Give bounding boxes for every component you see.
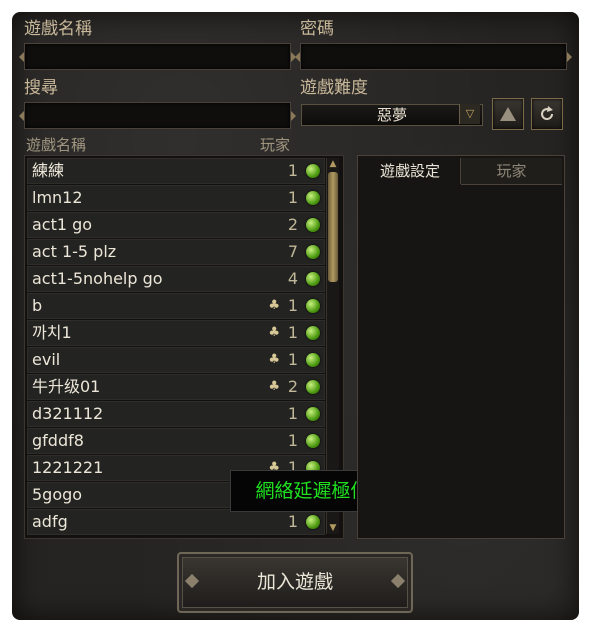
- player-count: 4: [287, 269, 298, 288]
- chevron-down-icon[interactable]: ▽: [459, 104, 480, 124]
- game-name: 까치1: [32, 323, 72, 342]
- password-label: 密碼: [300, 19, 334, 39]
- list-item[interactable]: b ♣ 1: [27, 293, 325, 319]
- player-count: 1: [287, 404, 298, 423]
- player-count: 1: [287, 161, 298, 180]
- status-ok-icon: [306, 245, 320, 259]
- status-ok-icon: [306, 434, 320, 448]
- filter-button[interactable]: [492, 98, 524, 130]
- game-name: d321112: [32, 404, 104, 423]
- game-name: b: [32, 296, 43, 315]
- password-input[interactable]: [295, 43, 572, 70]
- game-name: gfddf8: [32, 431, 84, 450]
- list-item[interactable]: gfddf8 1: [27, 428, 325, 454]
- player-count: 2: [287, 215, 298, 234]
- status-ok-icon: [306, 353, 320, 367]
- player-count: 1: [287, 431, 298, 450]
- game-name: act1 go: [32, 215, 93, 234]
- game-name: evil: [32, 350, 61, 369]
- list-item[interactable]: adfg 1: [27, 509, 325, 535]
- list-item[interactable]: 牛升级01 ♣ 2: [27, 374, 325, 400]
- scroll-up-icon[interactable]: ▲: [327, 158, 339, 170]
- game-name: 練練: [32, 161, 65, 180]
- status-ok-icon: [306, 218, 320, 232]
- list-item[interactable]: act1-5nohelp go 4: [27, 266, 325, 292]
- player-count: 7: [287, 242, 298, 261]
- game-name: 牛升级01: [32, 377, 101, 396]
- status-ok-icon: [306, 272, 320, 286]
- game-name: act1-5nohelp go: [32, 269, 163, 288]
- game-name: 1221221: [32, 458, 104, 477]
- tab-players[interactable]: 玩家: [461, 158, 562, 185]
- game-name: act 1-5 plz: [32, 242, 117, 261]
- game-name: adfg: [32, 512, 68, 531]
- join-game-button[interactable]: 加入遊戲: [177, 552, 413, 613]
- join-game-label: 加入遊戲: [256, 571, 333, 593]
- scrollbar-thumb[interactable]: [328, 172, 338, 282]
- status-ok-icon: [306, 407, 320, 421]
- status-ok-icon: [306, 164, 320, 178]
- realm-icon: ♣: [268, 352, 280, 367]
- scroll-down-icon[interactable]: ▼: [327, 522, 339, 534]
- button-ornament: [184, 573, 200, 589]
- status-ok-icon: [306, 299, 320, 313]
- game-name-input[interactable]: [19, 43, 296, 70]
- player-count: 1: [287, 296, 298, 315]
- list-header-players[interactable]: 玩家: [260, 134, 290, 155]
- player-count: 1: [287, 323, 298, 342]
- player-count: 1: [287, 188, 298, 207]
- refresh-icon: [541, 106, 554, 121]
- game-detail-panel: 遊戲設定 玩家: [357, 155, 565, 539]
- delta-icon: [500, 107, 516, 121]
- status-ok-icon: [306, 515, 320, 529]
- search-input[interactable]: [19, 102, 296, 129]
- status-ok-icon: [306, 191, 320, 205]
- game-name-label: 遊戲名稱: [24, 19, 92, 39]
- search-label: 搜尋: [24, 78, 58, 98]
- difficulty-select[interactable]: 惡夢: [301, 104, 483, 126]
- tab-game-settings[interactable]: 遊戲設定: [360, 158, 461, 184]
- list-item[interactable]: d321112 1: [27, 401, 325, 427]
- status-ok-icon: [306, 380, 320, 394]
- list-item[interactable]: 練練 1: [27, 158, 325, 184]
- game-name: 5gogo: [32, 485, 83, 504]
- difficulty-label: 遊戲難度: [300, 78, 368, 98]
- realm-icon: ♣: [268, 298, 280, 313]
- game-name: lmn12: [32, 188, 83, 207]
- list-item[interactable]: act 1-5 plz 7: [27, 239, 325, 265]
- realm-icon: ♣: [268, 325, 280, 340]
- difficulty-value: 惡夢: [376, 106, 407, 124]
- refresh-button[interactable]: [531, 98, 563, 130]
- list-item[interactable]: 까치1 ♣ 1: [27, 320, 325, 346]
- button-ornament: [390, 573, 406, 589]
- status-ok-icon: [306, 326, 320, 340]
- list-item[interactable]: evil ♣ 1: [27, 347, 325, 373]
- realm-icon: ♣: [268, 379, 280, 394]
- player-count: 2: [287, 377, 298, 396]
- player-count: 1: [287, 512, 298, 531]
- list-item[interactable]: lmn12 1: [27, 185, 325, 211]
- list-header-name[interactable]: 遊戲名稱: [26, 134, 86, 155]
- list-item[interactable]: act1 go 2: [27, 212, 325, 238]
- player-count: 1: [287, 350, 298, 369]
